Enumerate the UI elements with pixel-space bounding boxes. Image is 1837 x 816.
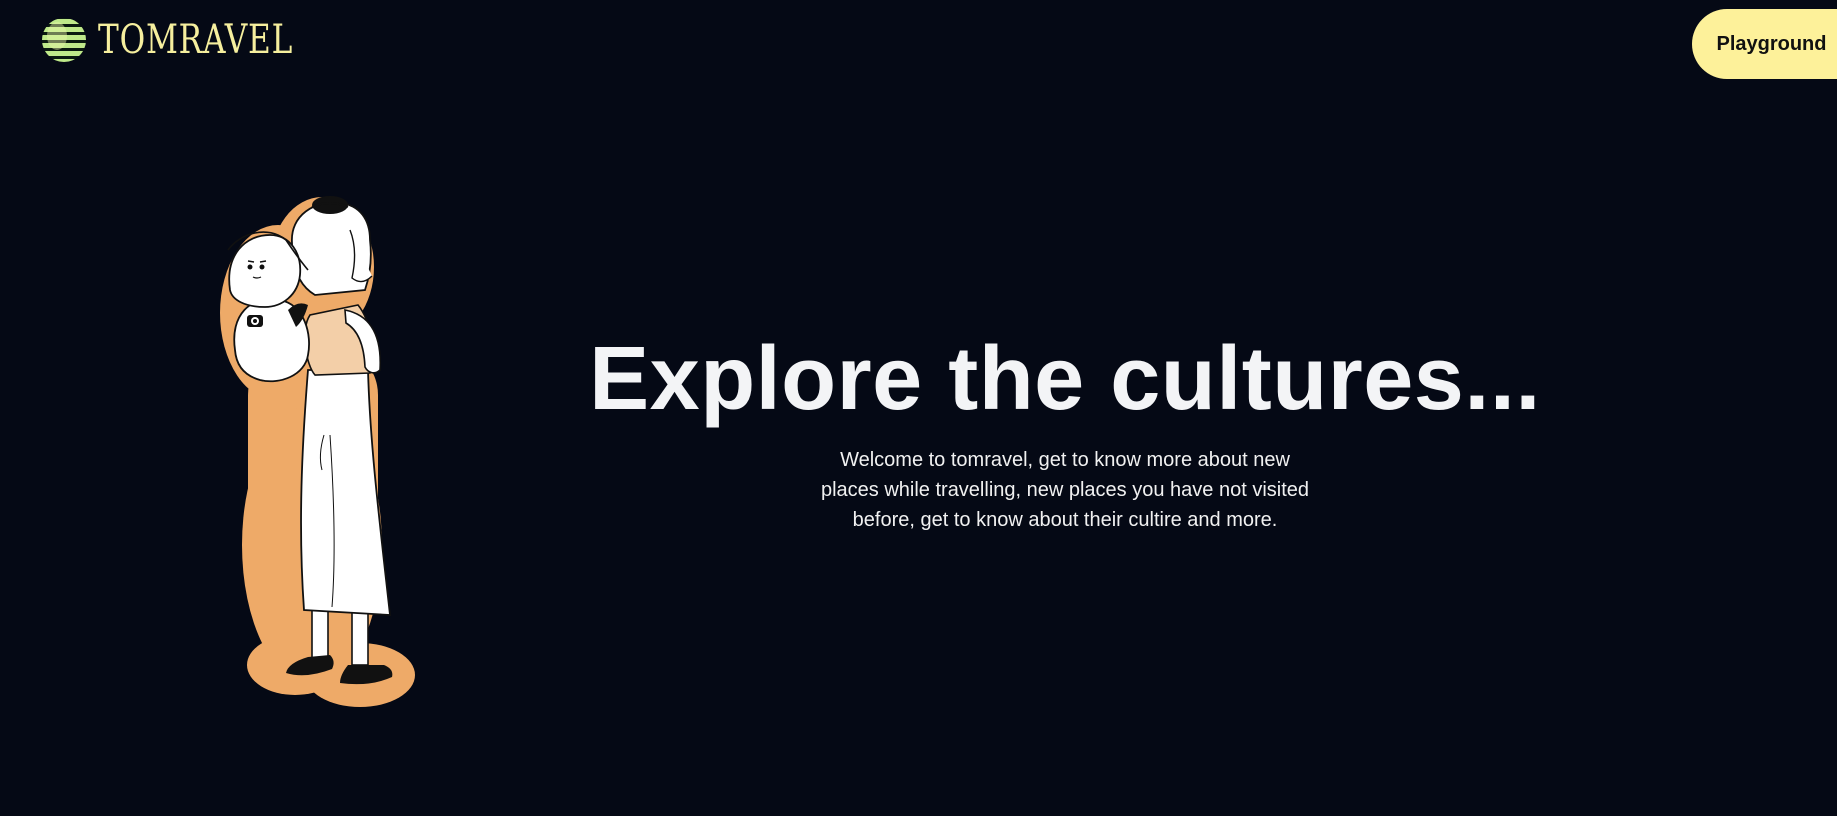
brand-name: TOMRAVEL (98, 17, 294, 63)
site-header: TOMRAVEL Playground (0, 0, 1837, 90)
traveler-illustration (220, 196, 415, 707)
brand-logo[interactable]: TOMRAVEL (40, 16, 348, 64)
hero-description: Welcome to tomravel, get to know more ab… (820, 449, 1310, 531)
hero-section: Explore the cultures... Welcome to tomra… (560, 330, 1570, 535)
striped-globe-icon (42, 18, 86, 62)
hero-title: Explore the cultures... (589, 329, 1541, 429)
playground-button[interactable]: Playground (1692, 9, 1837, 79)
